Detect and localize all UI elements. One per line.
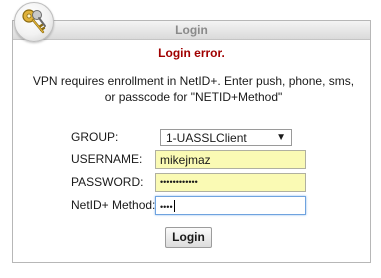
group-label: GROUP: — [71, 130, 119, 144]
chevron-down-icon: ▼ — [276, 132, 286, 143]
keys-logo — [14, 2, 54, 42]
keys-icon — [22, 9, 46, 34]
netid-method-field[interactable]: •••• — [155, 196, 306, 215]
dialog-titlebar: Login — [13, 21, 370, 40]
password-field[interactable]: •••••••••••• — [155, 173, 306, 192]
login-dialog: Login Login error. VPN requires enrollme… — [12, 20, 371, 263]
dialog-title: Login — [175, 23, 208, 37]
netid-method-value: •••• — [160, 202, 173, 212]
login-button[interactable]: Login — [165, 227, 212, 248]
group-selected-value: 1-UASSLClient — [166, 131, 247, 145]
text-caret — [173, 200, 175, 212]
group-select[interactable]: 1-UASSLClient ▼ — [160, 129, 292, 146]
username-field[interactable]: mikejmaz — [155, 150, 306, 169]
username-value: mikejmaz — [160, 153, 211, 167]
password-value: •••••••••••• — [160, 177, 198, 187]
username-label: USERNAME: — [71, 152, 143, 166]
enrollment-message: VPN requires enrollment in NetID+. Enter… — [32, 74, 355, 104]
netid-method-label: NetID+ Method: — [71, 198, 156, 212]
login-page: Login Login error. VPN requires enrollme… — [0, 0, 381, 278]
password-label: PASSWORD: — [71, 175, 144, 189]
error-message: Login error. — [158, 46, 225, 60]
